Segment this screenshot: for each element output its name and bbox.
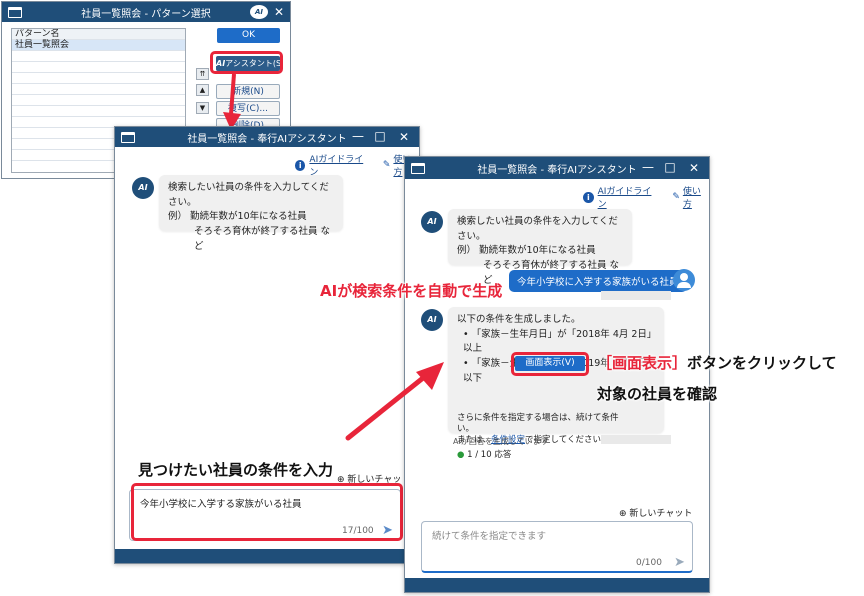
window-icon	[411, 163, 425, 174]
intro-line: そろそろ育休が終了する社員 など	[194, 226, 331, 252]
list-header: パターン名	[12, 29, 185, 40]
ok-button[interactable]: OK	[217, 28, 280, 43]
user-message: 今年小学校に入学する家族がいる社員	[509, 270, 687, 292]
followup-line: い。	[457, 424, 655, 435]
highlight-show-button	[511, 352, 589, 376]
ai-logo-icon: AI	[250, 5, 268, 19]
window-icon	[8, 7, 22, 18]
move-down-icon[interactable]: ▼	[196, 102, 209, 114]
condition-text: 「家族－生年月日」が「2018年 4月 2日」以上	[463, 328, 652, 355]
highlight-ai-button	[210, 51, 283, 74]
ai-avatar-icon: AI	[421, 211, 443, 233]
assistant1-bottom-bar	[115, 549, 419, 563]
followup-text: さらに条件を指定する場合は、続けて条件	[457, 412, 619, 423]
count-text: 1 / 10 応答	[467, 449, 512, 460]
callout-text: ボタンをクリックして	[687, 354, 837, 372]
callout-enter: 見つけたい社員の条件を入力	[138, 459, 333, 480]
ai-avatar-icon: AI	[132, 177, 154, 199]
new-chat-button[interactable]: ⊕ 新しいチャット	[619, 506, 692, 519]
close-icon[interactable]: ✕	[272, 6, 286, 18]
new-chat-label: 新しいチャット	[629, 509, 693, 519]
followup-text: い。	[457, 423, 475, 434]
intro-bubble: 検索したい社員の条件を入力してください。 例） 勤続年数が10年になる社員 そろ…	[448, 209, 632, 286]
plus-circle-icon: ⊕	[619, 509, 627, 519]
list-row-empty	[12, 95, 185, 106]
send-icon[interactable]: ➤	[674, 555, 685, 570]
intro-line: 例） 勤続年数が10年になる社員	[168, 211, 307, 223]
assistant1-titlebar: 社員一覧照会 - 奉行AIアシスタント — □ ✕	[115, 127, 419, 147]
arrow-down	[223, 73, 241, 130]
guideline-link[interactable]: AIガイドライン	[598, 184, 659, 210]
callout-text: ［画面表示］	[597, 354, 688, 372]
ai-avatar-icon: AI	[421, 309, 443, 331]
guide-links: i AIガイドライン ✎ 使い方	[583, 184, 709, 210]
howto-icon: ✎	[672, 192, 680, 202]
count-row: ● 1 / 10 応答	[457, 449, 655, 462]
window-icon	[121, 132, 135, 143]
chat-input-placeholder: 続けて条件を指定できます	[432, 531, 547, 542]
assistant2-titlebar: 社員一覧照会 - 奉行AIアシスタント — □ ✕	[405, 157, 709, 179]
list-row-empty	[12, 73, 185, 84]
redacted-area	[601, 435, 671, 444]
list-row-empty	[12, 62, 185, 73]
howto-link[interactable]: 使い方	[683, 184, 709, 210]
response-intro: 以下の条件を生成しました。	[457, 314, 581, 325]
pattern-window-title: 社員一覧照会 - パターン選択	[81, 8, 211, 20]
callout-text: AIが検索条件を自動で生成	[320, 282, 503, 300]
pattern-titlebar: 社員一覧照会 - パターン選択 AI ✕	[2, 2, 290, 22]
intro-line: 検索したい社員の条件を入力してください。	[168, 182, 329, 208]
arrow-diagonal	[345, 362, 444, 441]
list-row-empty	[12, 84, 185, 95]
howto-icon: ✎	[382, 160, 391, 170]
status-dot-icon: ●	[457, 449, 465, 460]
chat-input[interactable]: 続けて条件を指定できます 0/100 ➤	[421, 521, 693, 573]
callout-text: 対象の社員を確認	[597, 385, 718, 403]
info-icon: i	[583, 191, 594, 203]
minimize-icon[interactable]: —	[351, 130, 365, 142]
minimize-icon[interactable]: —	[641, 161, 655, 173]
callout-text: 見つけたい社員の条件を入力	[138, 461, 334, 479]
close-icon[interactable]: ✕	[397, 131, 411, 143]
move-up-icon[interactable]: ▲	[196, 84, 209, 96]
callout-show: ［画面表示］ボタンをクリックして	[597, 352, 837, 373]
callout-ai-generate: AIが検索条件を自動で生成	[320, 280, 502, 301]
list-item[interactable]: 社員一覧照会	[12, 40, 185, 51]
generated-note: AIが回答を生成しています	[453, 437, 549, 446]
maximize-icon[interactable]: □	[663, 161, 677, 173]
callout-show-line2: 対象の社員を確認	[597, 383, 717, 404]
followup-line: さらに条件を指定する場合は、続けて条件	[457, 413, 655, 424]
list-row-empty	[12, 106, 185, 117]
redacted-area	[601, 291, 671, 300]
move-top-icon[interactable]: ⇈	[196, 68, 209, 80]
user-avatar-icon	[673, 269, 695, 291]
intro-line: 検索したい社員の条件を入力してください。	[457, 216, 618, 242]
maximize-icon[interactable]: □	[373, 130, 387, 142]
char-count: 0/100	[636, 558, 662, 568]
intro-bubble: 検索したい社員の条件を入力してください。 例） 勤続年数が10年になる社員 そろ…	[159, 175, 343, 252]
list-row-empty	[12, 51, 185, 62]
highlight-input	[131, 483, 403, 541]
info-icon: i	[295, 159, 306, 171]
close-icon[interactable]: ✕	[687, 162, 701, 174]
assistant2-bottom-bar	[405, 578, 709, 592]
intro-line: 例） 勤続年数が10年になる社員	[457, 245, 596, 257]
